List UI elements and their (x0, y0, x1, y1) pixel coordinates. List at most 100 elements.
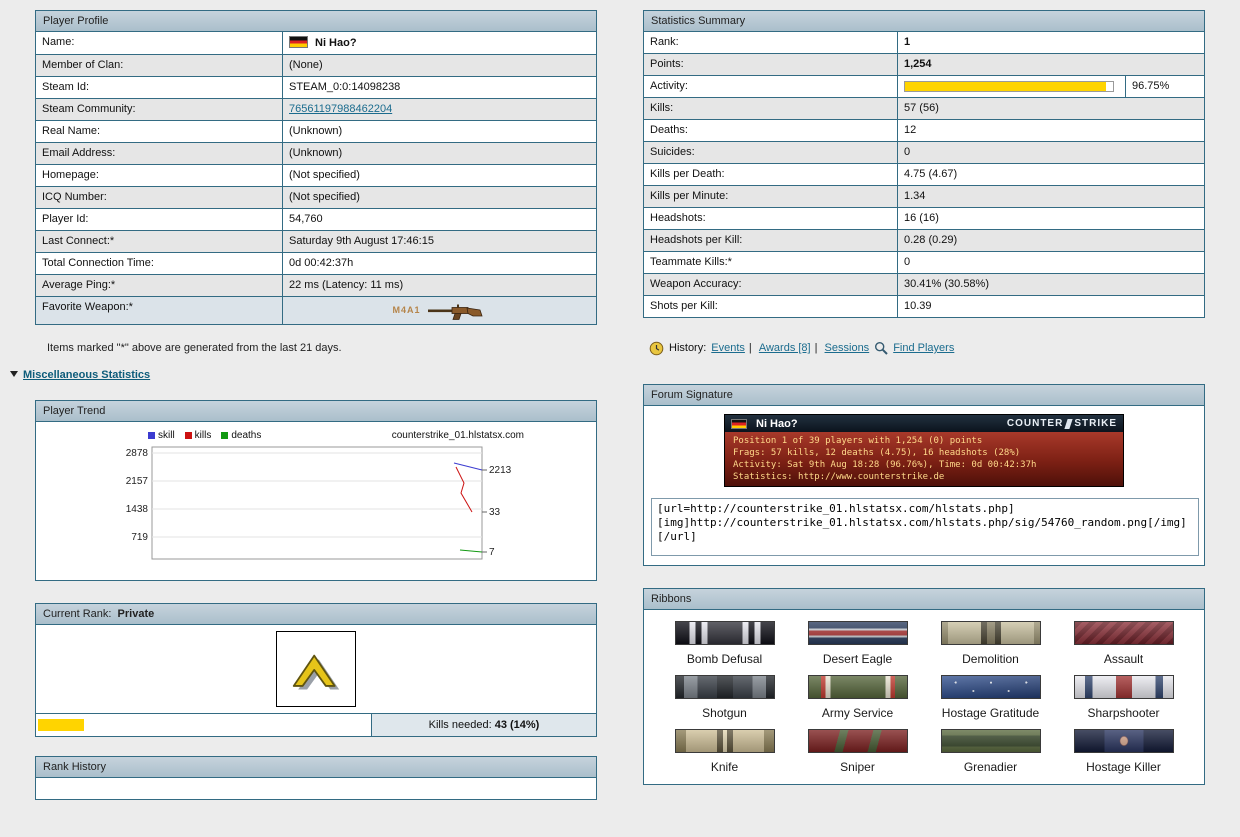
weapon-name-label: M4A1 (392, 304, 420, 317)
row-real-name: Real Name: (Unknown) (36, 120, 596, 142)
player-profile-table: Name: Ni Hao? Member of Clan: (None) Ste… (36, 32, 596, 324)
trend-chart: skill kills deaths (36, 422, 596, 580)
player-name: Ni Hao? (315, 37, 357, 49)
ribbon-name: Grenadier (941, 760, 1041, 774)
row-icq: ICQ Number: (Not specified) (36, 186, 596, 208)
ribbon-image (1074, 621, 1174, 645)
collapse-arrow-icon (10, 371, 18, 377)
sig-player-name: Ni Hao? (756, 418, 798, 430)
y-tick-3: 719 (131, 532, 148, 543)
cs-logo-right: STRIKE (1074, 418, 1117, 429)
row-kills-per-death: Kills per Death: 4.75 (4.67) (644, 163, 1204, 185)
ribbon-name: Assault (1074, 652, 1174, 666)
ribbon-item: Hostage Gratitude (941, 675, 1041, 720)
ribbon-image (808, 621, 908, 645)
right-label-kills: 33 (489, 507, 501, 518)
misc-statistics-link[interactable]: Miscellaneous Statistics (23, 369, 150, 381)
rank-history-title: Rank History (36, 757, 596, 778)
history-link[interactable]: Sessions (825, 342, 870, 354)
ribbon-item: Sniper (808, 729, 908, 774)
ribbon-name: Sharpshooter (1074, 706, 1174, 720)
ribbon-item: Bomb Defusal (675, 621, 775, 666)
history-label: History: (669, 342, 706, 354)
y-tick-1: 2157 (126, 476, 149, 487)
statistics-summary-title: Statistics Summary (644, 11, 1204, 32)
ribbon-name: Army Service (808, 706, 908, 720)
ribbon-name: Knife (675, 760, 775, 774)
activity-bar (904, 81, 1114, 92)
row-last-connect: Last Connect:* Saturday 9th August 17:46… (36, 230, 596, 252)
misc-statistics-toggle[interactable]: Miscellaneous Statistics (10, 369, 597, 381)
row-steam-id: Steam Id: STEAM_0:0:14098238 (36, 76, 596, 98)
legend-swatch (185, 432, 192, 439)
sig-line: Statistics: http://www.counterstrike.de (733, 471, 1115, 483)
ribbon-image (808, 729, 908, 753)
ribbon-item: Army Service (808, 675, 908, 720)
legend-item: deaths (221, 430, 261, 441)
ribbon-name: Desert Eagle (808, 652, 908, 666)
rank-progress-bar (36, 714, 372, 736)
legend-label: deaths (231, 430, 261, 441)
ribbon-image (1074, 675, 1174, 699)
ribbon-item: Demolition (941, 621, 1041, 666)
rank-progress-fill (38, 719, 84, 731)
row-weapon-accuracy: Weapon Accuracy: 30.41% (30.58%) (644, 273, 1204, 295)
ribbons-title: Ribbons (644, 589, 1204, 610)
statistics-summary-table: Rank: 1 Points: 1,254 Activity: 96.75% (644, 32, 1204, 317)
ribbon-image (808, 675, 908, 699)
ribbon-image (1074, 729, 1174, 753)
player-profile-title: Player Profile (36, 11, 596, 32)
row-teammate-kills: Teammate Kills:* 0 (644, 251, 1204, 273)
sig-line: Position 1 of 39 players with 1,254 (0) … (733, 435, 1115, 447)
current-rank-panel: Current Rank: Private Kills needed: 43 ( (35, 603, 597, 737)
chart-legend: skill kills deaths (148, 430, 261, 441)
ribbons-grid: Bomb Defusal Desert Eagle Demolition (644, 610, 1204, 784)
bbcode-textarea[interactable]: [url=http://counterstrike_01.hlstatsx.co… (651, 498, 1199, 556)
row-activity: Activity: 96.75% (644, 75, 1204, 97)
ribbon-name: Hostage Killer (1074, 760, 1174, 774)
ribbon-image (675, 675, 775, 699)
rank-history-body (36, 778, 596, 799)
ribbon-item: Shotgun (675, 675, 775, 720)
trend-plot: 2878 2157 1438 719 2213 33 7 (110, 443, 540, 569)
row-points: Points: 1,254 (644, 53, 1204, 75)
find-players-link[interactable]: Find Players (893, 342, 954, 354)
ribbon-image (941, 621, 1041, 645)
player-profile-panel: Player Profile Name: Ni Hao? Member of C… (35, 10, 597, 325)
row-kills-per-minute: Kills per Minute: 1.34 (644, 185, 1204, 207)
player-trend-title: Player Trend (36, 401, 596, 422)
ribbon-name: Sniper (808, 760, 908, 774)
ribbon-item: Grenadier (941, 729, 1041, 774)
cs-logo-left: COUNTER (1007, 418, 1063, 429)
activity-percent: 96.75% (1125, 76, 1204, 97)
row-suicides: Suicides: 0 (644, 141, 1204, 163)
row-total-connection-time: Total Connection Time: 0d 00:42:37h (36, 252, 596, 274)
cs-soldier-glyph (1065, 419, 1073, 429)
sig-stats-lines: Position 1 of 39 players with 1,254 (0) … (725, 432, 1123, 486)
kills-needed-value: 43 (14%) (495, 719, 540, 731)
history-icon (649, 341, 664, 356)
ribbon-image (675, 729, 775, 753)
chart-title: counterstrike_01.hlstatsx.com (392, 430, 524, 441)
ribbon-image (941, 675, 1041, 699)
y-tick-2: 1438 (126, 504, 149, 515)
statistics-summary-panel: Statistics Summary Rank: 1 Points: 1,254… (643, 10, 1205, 318)
ribbon-image (675, 621, 775, 645)
kills-needed-label: Kills needed: (429, 719, 492, 731)
counter-strike-logo: COUNTER STRIKE (1007, 418, 1117, 429)
steam-community-link[interactable]: 76561197988462204 (289, 103, 392, 115)
legend-item: kills (185, 430, 212, 441)
sig-line: Activity: Sat 9th Aug 18:28 (96.76%), Ti… (733, 459, 1115, 471)
row-homepage: Homepage: (Not specified) (36, 164, 596, 186)
legend-item: skill (148, 430, 175, 441)
right-column: Statistics Summary Rank: 1 Points: 1,254… (643, 10, 1205, 785)
history-link[interactable]: Awards [8] (759, 342, 811, 354)
row-headshots-per-kill: Headshots per Kill: 0.28 (0.29) (644, 229, 1204, 251)
history-link[interactable]: Events (711, 342, 745, 354)
sig-line: Frags: 57 kills, 12 deaths (4.75), 16 he… (733, 447, 1115, 459)
kills-needed: Kills needed: 43 (14%) (372, 714, 596, 736)
row-favorite-weapon: Favorite Weapon:* M4A1 (36, 296, 596, 324)
history-links: Events Awards [8] Sessions (711, 342, 869, 354)
ribbon-item: Sharpshooter (1074, 675, 1174, 720)
row-kills: Kills: 57 (56) (644, 97, 1204, 119)
